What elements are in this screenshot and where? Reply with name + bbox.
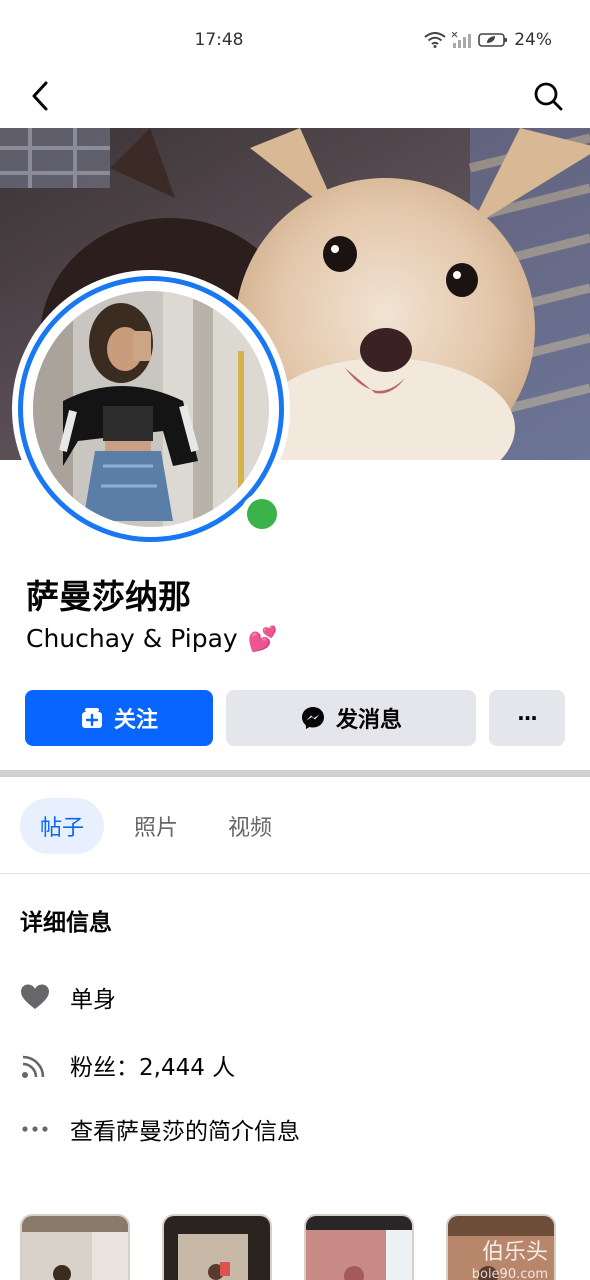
relationship-status: 单身 bbox=[70, 987, 116, 1013]
follow-label: 关注 bbox=[113, 708, 158, 733]
profile-action-buttons: 关注 发消息 ··· bbox=[25, 690, 565, 746]
status-indicators: 24% bbox=[424, 30, 552, 50]
top-nav-bar bbox=[0, 68, 590, 124]
two-hearts-icon: 💕 bbox=[247, 624, 278, 653]
chevron-left-icon bbox=[32, 81, 48, 111]
signal-icon bbox=[452, 32, 472, 48]
rss-icon bbox=[20, 1050, 50, 1080]
message-label: 发消息 bbox=[335, 708, 402, 733]
online-status-dot bbox=[241, 493, 283, 535]
bio-text: Chuchay & Pipay bbox=[26, 624, 238, 653]
about-row[interactable]: 查看萨曼莎的简介信息 bbox=[20, 1112, 300, 1146]
followers-row[interactable]: 粉丝：2,444 人 bbox=[20, 1048, 235, 1082]
profile-tabs: 帖子 照片 视频 bbox=[20, 798, 292, 854]
message-button[interactable]: 发消息 bbox=[226, 690, 476, 746]
featured-photo-3[interactable] bbox=[304, 1214, 414, 1280]
battery-percent: 24% bbox=[514, 30, 552, 50]
featured-photos: 伯乐头 bole90.com bbox=[20, 1214, 590, 1280]
search-button[interactable] bbox=[528, 76, 568, 116]
profile-bio: Chuchay & Pipay 💕 bbox=[26, 624, 278, 653]
relationship-row: 单身 bbox=[20, 980, 116, 1014]
watermark-logo: 伯乐头 bole90.com bbox=[471, 1240, 548, 1280]
featured-photo-4[interactable]: 伯乐头 bole90.com bbox=[446, 1214, 556, 1280]
followers-count: 粉丝：2,444 人 bbox=[70, 1055, 236, 1081]
messenger-icon bbox=[301, 707, 324, 729]
search-icon bbox=[534, 82, 563, 111]
tab-posts[interactable]: 帖子 bbox=[20, 798, 105, 854]
view-about-link: 查看萨曼莎的简介信息 bbox=[70, 1119, 300, 1145]
story-ring bbox=[18, 276, 284, 542]
profile-avatar[interactable] bbox=[12, 270, 290, 548]
wifi-icon bbox=[424, 32, 446, 48]
battery-icon bbox=[478, 33, 508, 47]
featured-photo-2[interactable] bbox=[162, 1214, 272, 1280]
tab-videos[interactable]: 视频 bbox=[208, 798, 292, 854]
details-heading: 详细信息 bbox=[20, 910, 112, 936]
avatar-photo bbox=[33, 291, 269, 527]
follow-button[interactable]: 关注 bbox=[25, 690, 213, 746]
more-options-button[interactable]: ··· bbox=[489, 690, 565, 746]
featured-photo-1[interactable] bbox=[20, 1214, 130, 1280]
tabs-divider bbox=[0, 873, 590, 874]
profile-name: 萨曼莎纳那 bbox=[26, 577, 191, 616]
more-options-icon: ··· bbox=[517, 706, 538, 730]
ellipsis-icon bbox=[20, 1114, 50, 1144]
tab-photos[interactable]: 照片 bbox=[114, 798, 198, 854]
section-divider bbox=[0, 770, 590, 777]
heart-icon bbox=[20, 982, 50, 1012]
add-friend-icon bbox=[81, 708, 102, 728]
back-button[interactable] bbox=[22, 76, 58, 116]
status-time: 17:48 bbox=[194, 30, 244, 50]
